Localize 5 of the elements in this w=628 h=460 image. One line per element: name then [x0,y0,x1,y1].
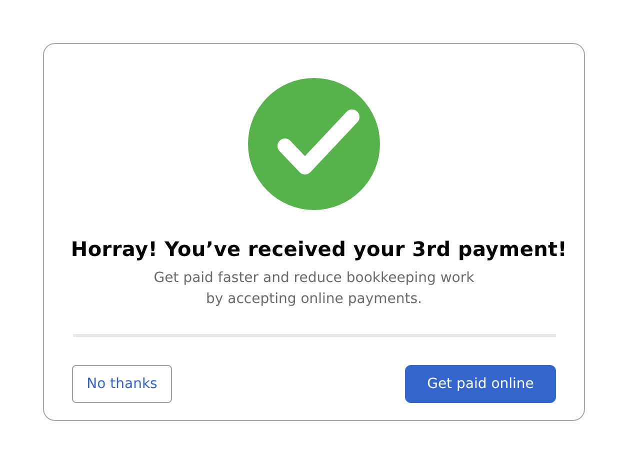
no-thanks-button[interactable]: No thanks [72,365,172,403]
dialog-message: Get paid faster and reduce bookkeeping work by accepting online payments. [154,269,474,309]
checkmark-icon [248,78,380,210]
dialog-title: Horray! You’ve received your 3rd payment! [70,236,568,263]
get-paid-online-button[interactable]: Get paid online [405,365,556,403]
